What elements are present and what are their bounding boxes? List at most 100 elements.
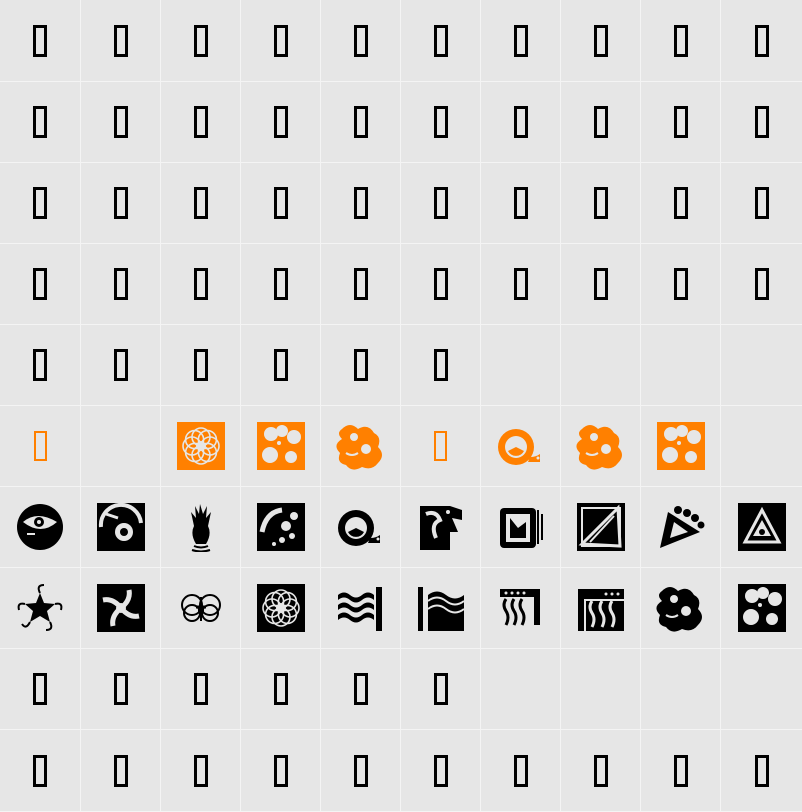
glyph-cell [321,568,401,649]
glyph-cell [321,163,401,244]
glyph-cell [561,244,641,325]
missing-glyph-box [353,349,368,381]
snail-glyph-icon [497,429,540,465]
missing-glyph-box [113,673,128,705]
missing-glyph-box [433,268,448,300]
glyph-cell [81,406,161,487]
missing-glyph-box [193,349,208,381]
shell-box-glyph-icon [256,503,305,551]
glyph-cell [81,730,161,812]
missing-glyph-box [754,106,769,138]
missing-glyph-box [33,187,47,219]
missing-glyph-box [513,268,528,300]
glyph-cell [481,0,561,82]
missing-glyph-box [113,268,128,300]
missing-glyph-box [193,24,208,57]
face-profile-glyph-icon [419,506,462,550]
missing-glyph-box [273,268,288,300]
glyph-cell [401,487,481,568]
triangle-box-glyph-icon [576,503,625,551]
missing-glyph-box [273,754,288,787]
glyph-cell [721,244,802,325]
missing-glyph-box [673,268,688,300]
missing-glyph-box [353,24,368,57]
glyph-cell [641,325,721,406]
glyph-cell [401,406,481,487]
scroll-ornament-glyph-icon [180,594,221,622]
glyph-cell [161,244,241,325]
missing-glyph-box [193,673,208,705]
glyph-cell [241,649,321,730]
glyph-cell [81,649,161,730]
glyph-cell [321,730,401,812]
missing-glyph-box [353,106,368,138]
glyph-cell [81,325,161,406]
starfish-glyph-icon [17,584,63,631]
glyph-cell [241,0,321,82]
cloud-blob-glyph-icon [335,425,382,470]
faucet-glyph-icon [499,589,540,626]
glyph-cell [721,82,802,163]
glyph-cell [481,406,561,487]
rosette-box-glyph-icon [176,422,225,470]
missing-glyph-box [513,187,528,219]
missing-glyph-box [433,106,448,138]
glyph-cell [241,487,321,568]
glyph-cell [161,163,241,244]
glyph-cell [401,82,481,163]
glyph-cell [401,730,481,812]
glyph-cell [721,568,802,649]
glyph-cell [561,649,641,730]
glyph-cell [241,730,321,812]
missing-glyph-box [754,268,769,300]
glyph-cell [0,730,81,812]
glyph-cell [721,0,802,82]
missing-glyph-box [33,268,47,300]
glyph-cell [641,0,721,82]
faucet-box-glyph-icon [577,589,624,631]
glyph-cell [161,406,241,487]
missing-glyph-box [593,187,608,219]
glyph-cell [321,325,401,406]
glyph-cell [0,0,81,82]
missing-glyph-box [273,24,288,57]
glyph-cell [721,487,802,568]
glyph-cell [161,82,241,163]
glyph-cell [321,82,401,163]
glyph-cell [481,568,561,649]
flag-glyph-icon [96,421,146,471]
missing-glyph-box [193,187,208,219]
eye-circle-glyph-icon [17,504,63,550]
glyph-cell [481,649,561,730]
missing-glyph-box [33,673,47,705]
glyph-cell [561,82,641,163]
feather-glyph-icon [190,504,211,552]
glyph-cell [401,244,481,325]
glyph-cell [81,568,161,649]
glyph-cell [561,325,641,406]
missing-glyph-box [513,106,528,138]
glyph-cell [481,487,561,568]
missing-glyph-box [273,106,288,138]
glyph-cell [0,649,81,730]
glyph-cell [321,0,401,82]
missing-glyph-box [433,754,448,787]
missing-glyph-box [433,673,448,705]
missing-glyph-box [113,349,128,381]
glyph-cell [241,325,321,406]
glyph-cell [641,649,721,730]
missing-glyph-box [673,24,688,57]
glyph-cell [161,325,241,406]
glyph-cell [641,487,721,568]
glyph-cell [561,163,641,244]
glyph-cell [561,0,641,82]
glyph-cell [161,487,241,568]
glyph-cell [561,487,641,568]
missing-glyph-box [513,754,528,787]
missing-glyph-box [193,268,208,300]
glyph-cell [641,730,721,812]
glyph-cell [0,82,81,163]
glyph-cell [641,82,721,163]
glyph-cell [241,163,321,244]
cloud-box-glyph-icon [256,422,305,470]
